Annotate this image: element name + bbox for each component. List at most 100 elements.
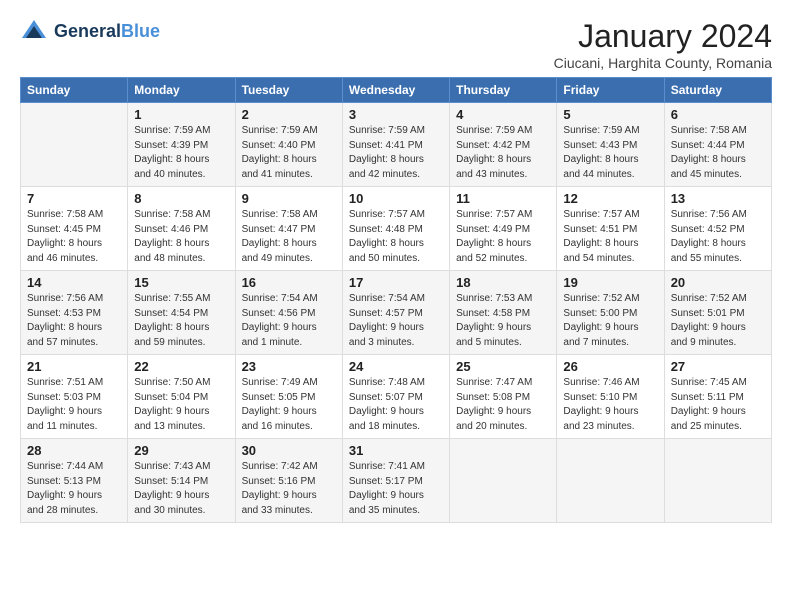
cell-0-1: 1 Sunrise: 7:59 AMSunset: 4:39 PMDaylight… xyxy=(128,103,235,187)
day-number: 24 xyxy=(349,359,443,374)
cell-2-6: 20 Sunrise: 7:52 AMSunset: 5:01 PMDayligh… xyxy=(664,271,771,355)
day-number: 9 xyxy=(242,191,336,206)
cell-4-2: 30 Sunrise: 7:42 AMSunset: 5:16 PMDayligh… xyxy=(235,439,342,523)
cell-2-3: 17 Sunrise: 7:54 AMSunset: 4:57 PMDayligh… xyxy=(342,271,449,355)
cell-2-1: 15Sunrise: 7:55 AMSunset: 4:54 PMDayligh… xyxy=(128,271,235,355)
cell-3-4: 25 Sunrise: 7:47 AMSunset: 5:08 PMDayligh… xyxy=(450,355,557,439)
cell-0-5: 5Sunrise: 7:59 AMSunset: 4:43 PMDaylight… xyxy=(557,103,664,187)
day-info: Sunrise: 7:54 AMSunset: 4:57 PMDaylight:… xyxy=(349,292,443,350)
day-info: Sunrise: 7:59 AMSunset: 4:42 PMDaylight:… xyxy=(456,124,550,182)
logo-text: GeneralBlue xyxy=(54,21,160,43)
day-info: Sunrise: 7:47 AMSunset: 5:08 PMDaylight:… xyxy=(456,376,550,434)
day-number: 30 xyxy=(242,443,336,458)
day-number: 19 xyxy=(563,275,657,290)
cell-1-2: 9Sunrise: 7:58 AMSunset: 4:47 PMDaylight… xyxy=(235,187,342,271)
day-number: 7 xyxy=(27,191,121,206)
calendar-body: 1 Sunrise: 7:59 AMSunset: 4:39 PMDaylight… xyxy=(21,103,772,523)
header-wednesday: Wednesday xyxy=(342,78,449,103)
cell-1-0: 7 Sunrise: 7:58 AMSunset: 4:45 PMDaylight… xyxy=(21,187,128,271)
week-row-1: 7 Sunrise: 7:58 AMSunset: 4:45 PMDaylight… xyxy=(21,187,772,271)
cell-3-3: 24 Sunrise: 7:48 AMSunset: 5:07 PMDayligh… xyxy=(342,355,449,439)
cell-1-5: 12Sunrise: 7:57 AMSunset: 4:51 PMDayligh… xyxy=(557,187,664,271)
day-number: 29 xyxy=(134,443,228,458)
day-info: Sunrise: 7:43 AMSunset: 5:14 PMDaylight:… xyxy=(134,460,228,518)
cell-4-0: 28 Sunrise: 7:44 AMSunset: 5:13 PMDayligh… xyxy=(21,439,128,523)
cell-0-4: 4Sunrise: 7:59 AMSunset: 4:42 PMDaylight… xyxy=(450,103,557,187)
header-tuesday: Tuesday xyxy=(235,78,342,103)
cell-4-5 xyxy=(557,439,664,523)
cell-2-0: 14 Sunrise: 7:56 AMSunset: 4:53 PMDayligh… xyxy=(21,271,128,355)
day-info: Sunrise: 7:45 AMSunset: 5:11 PMDaylight:… xyxy=(671,376,765,434)
day-info: Sunrise: 7:46 AMSunset: 5:10 PMDaylight:… xyxy=(563,376,657,434)
day-info: Sunrise: 7:58 AMSunset: 4:44 PMDaylight:… xyxy=(671,124,765,182)
day-number: 25 xyxy=(456,359,550,374)
day-info: Sunrise: 7:44 AMSunset: 5:13 PMDaylight:… xyxy=(27,460,121,518)
cell-0-6: 6 Sunrise: 7:58 AMSunset: 4:44 PMDaylight… xyxy=(664,103,771,187)
day-number: 14 xyxy=(27,275,121,290)
logo-icon xyxy=(20,18,48,46)
cell-4-1: 29 Sunrise: 7:43 AMSunset: 5:14 PMDayligh… xyxy=(128,439,235,523)
day-info: Sunrise: 7:59 AMSunset: 4:40 PMDaylight:… xyxy=(242,124,336,182)
day-info: Sunrise: 7:57 AMSunset: 4:48 PMDaylight:… xyxy=(349,208,443,266)
week-row-0: 1 Sunrise: 7:59 AMSunset: 4:39 PMDaylight… xyxy=(21,103,772,187)
day-number: 8 xyxy=(134,191,228,206)
day-info: Sunrise: 7:57 AMSunset: 4:49 PMDaylight:… xyxy=(456,208,550,266)
day-number: 13 xyxy=(671,191,765,206)
day-number: 6 xyxy=(671,107,765,122)
cell-1-4: 11 Sunrise: 7:57 AMSunset: 4:49 PMDayligh… xyxy=(450,187,557,271)
cell-4-6 xyxy=(664,439,771,523)
day-info: Sunrise: 7:52 AMSunset: 5:00 PMDaylight:… xyxy=(563,292,657,350)
cell-3-1: 22Sunrise: 7:50 AMSunset: 5:04 PMDayligh… xyxy=(128,355,235,439)
day-info: Sunrise: 7:59 AMSunset: 4:41 PMDaylight:… xyxy=(349,124,443,182)
header-monday: Monday xyxy=(128,78,235,103)
day-info: Sunrise: 7:52 AMSunset: 5:01 PMDaylight:… xyxy=(671,292,765,350)
day-number: 26 xyxy=(563,359,657,374)
header-thursday: Thursday xyxy=(450,78,557,103)
day-info: Sunrise: 7:41 AMSunset: 5:17 PMDaylight:… xyxy=(349,460,443,518)
day-info: Sunrise: 7:49 AMSunset: 5:05 PMDaylight:… xyxy=(242,376,336,434)
cell-2-4: 18Sunrise: 7:53 AMSunset: 4:58 PMDayligh… xyxy=(450,271,557,355)
day-number: 31 xyxy=(349,443,443,458)
day-number: 3 xyxy=(349,107,443,122)
title-block: January 2024 Ciucani, Harghita County, R… xyxy=(554,18,772,71)
day-number: 20 xyxy=(671,275,765,290)
header-sunday: Sunday xyxy=(21,78,128,103)
day-number: 11 xyxy=(456,191,550,206)
calendar-table: Sunday Monday Tuesday Wednesday Thursday… xyxy=(20,77,772,523)
location-subtitle: Ciucani, Harghita County, Romania xyxy=(554,55,772,71)
day-number: 17 xyxy=(349,275,443,290)
day-info: Sunrise: 7:59 AMSunset: 4:39 PMDaylight:… xyxy=(134,124,228,182)
header-row: GeneralBlue January 2024 Ciucani, Harghi… xyxy=(20,18,772,71)
day-number: 10 xyxy=(349,191,443,206)
day-info: Sunrise: 7:51 AMSunset: 5:03 PMDaylight:… xyxy=(27,376,121,434)
day-number: 1 xyxy=(134,107,228,122)
day-number: 2 xyxy=(242,107,336,122)
day-info: Sunrise: 7:56 AMSunset: 4:53 PMDaylight:… xyxy=(27,292,121,350)
cell-0-2: 2 Sunrise: 7:59 AMSunset: 4:40 PMDaylight… xyxy=(235,103,342,187)
day-info: Sunrise: 7:53 AMSunset: 4:58 PMDaylight:… xyxy=(456,292,550,350)
cell-2-2: 16Sunrise: 7:54 AMSunset: 4:56 PMDayligh… xyxy=(235,271,342,355)
day-info: Sunrise: 7:58 AMSunset: 4:46 PMDaylight:… xyxy=(134,208,228,266)
logo: GeneralBlue xyxy=(20,18,160,46)
day-info: Sunrise: 7:58 AMSunset: 4:45 PMDaylight:… xyxy=(27,208,121,266)
cell-3-5: 26 Sunrise: 7:46 AMSunset: 5:10 PMDayligh… xyxy=(557,355,664,439)
cell-1-6: 13Sunrise: 7:56 AMSunset: 4:52 PMDayligh… xyxy=(664,187,771,271)
day-number: 27 xyxy=(671,359,765,374)
day-number: 21 xyxy=(27,359,121,374)
week-row-4: 28 Sunrise: 7:44 AMSunset: 5:13 PMDayligh… xyxy=(21,439,772,523)
week-row-2: 14 Sunrise: 7:56 AMSunset: 4:53 PMDayligh… xyxy=(21,271,772,355)
day-number: 12 xyxy=(563,191,657,206)
cell-4-4 xyxy=(450,439,557,523)
cell-1-1: 8 Sunrise: 7:58 AMSunset: 4:46 PMDaylight… xyxy=(128,187,235,271)
day-info: Sunrise: 7:55 AMSunset: 4:54 PMDaylight:… xyxy=(134,292,228,350)
cell-3-2: 23 Sunrise: 7:49 AMSunset: 5:05 PMDayligh… xyxy=(235,355,342,439)
cell-4-3: 31 Sunrise: 7:41 AMSunset: 5:17 PMDayligh… xyxy=(342,439,449,523)
header-row-days: Sunday Monday Tuesday Wednesday Thursday… xyxy=(21,78,772,103)
day-number: 23 xyxy=(242,359,336,374)
cell-0-3: 3 Sunrise: 7:59 AMSunset: 4:41 PMDaylight… xyxy=(342,103,449,187)
header-saturday: Saturday xyxy=(664,78,771,103)
day-info: Sunrise: 7:42 AMSunset: 5:16 PMDaylight:… xyxy=(242,460,336,518)
day-info: Sunrise: 7:48 AMSunset: 5:07 PMDaylight:… xyxy=(349,376,443,434)
day-number: 28 xyxy=(27,443,121,458)
day-info: Sunrise: 7:50 AMSunset: 5:04 PMDaylight:… xyxy=(134,376,228,434)
